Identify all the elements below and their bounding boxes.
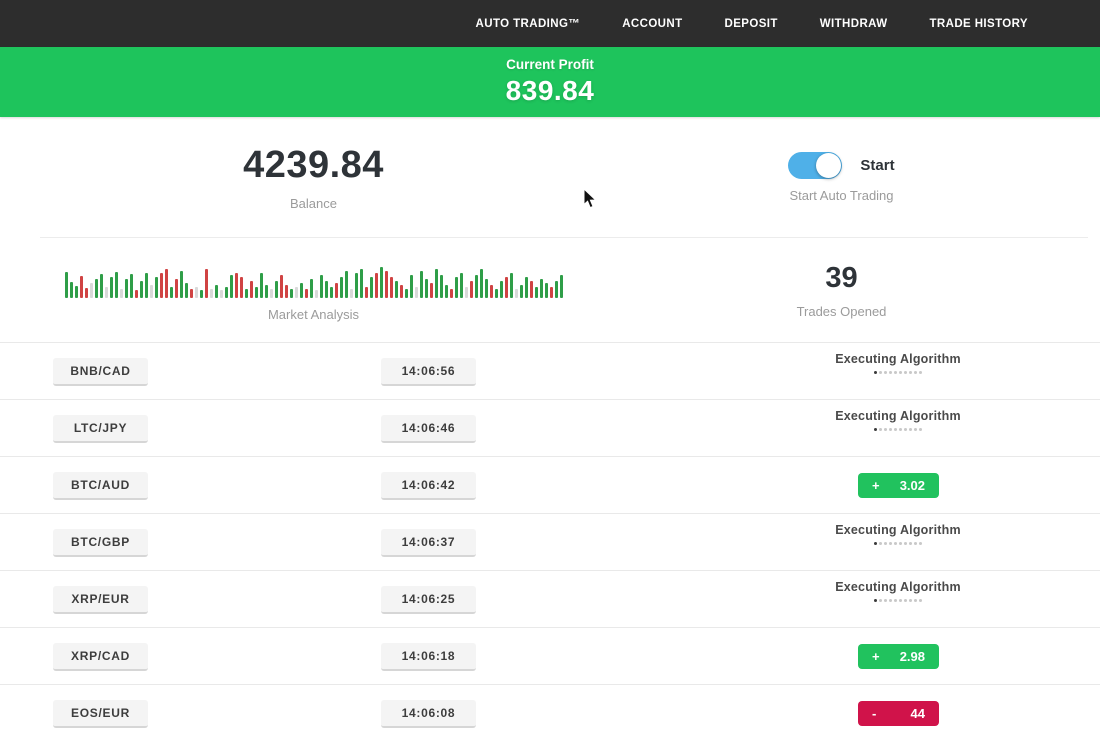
pair-chip: XRP/EUR (53, 586, 148, 614)
toggle-label: Start (860, 157, 894, 174)
executing-label: Executing Algorithm (817, 352, 979, 366)
mouse-cursor-icon (583, 188, 598, 210)
nav-auto-trading[interactable]: AUTO TRADING™ (476, 18, 581, 30)
pair-chip: BTC/AUD (53, 472, 148, 500)
market-analysis-label: Market Analysis (268, 307, 359, 322)
profit-badge: + 3.02 (858, 473, 939, 498)
pair-chip: XRP/CAD (53, 643, 148, 671)
nav-trade-history[interactable]: TRADE HISTORY (930, 18, 1029, 30)
time-chip: 14:06:25 (381, 586, 476, 614)
progress-dots (817, 371, 979, 374)
trade-row: LTC/JPY 14:06:46 Executing Algorithm (0, 399, 1100, 456)
loss-badge: - 44 (858, 701, 939, 726)
pair-chip: BTC/GBP (53, 529, 148, 557)
time-chip: 14:06:56 (381, 358, 476, 386)
pair-chip: EOS/EUR (53, 700, 148, 728)
balance-label: Balance (290, 196, 337, 211)
progress-dots (817, 428, 979, 431)
trade-row: BNB/CAD 14:06:56 Executing Algorithm (0, 342, 1100, 399)
trade-row: BTC/GBP 14:06:37 Executing Algorithm (0, 513, 1100, 570)
time-chip: 14:06:46 (381, 415, 476, 443)
executing-label: Executing Algorithm (817, 523, 979, 537)
balance-value: 4239.84 (243, 144, 384, 187)
nav-withdraw[interactable]: WITHDRAW (820, 18, 888, 30)
trade-row: EOS/EUR 14:06:08 - 44 (0, 684, 1100, 741)
balance-block: 4239.84 Balance (0, 117, 627, 237)
stats-row-1: 4239.84 Balance Start Start Auto Trading (0, 117, 1100, 237)
toggle-knob (816, 153, 841, 178)
profit-badge: + 2.98 (858, 644, 939, 669)
trades-opened-block: 39 Trades Opened (627, 238, 1056, 342)
time-chip: 14:06:08 (381, 700, 476, 728)
auto-trading-caption: Start Auto Trading (789, 188, 893, 203)
status-executing: Executing Algorithm (817, 409, 979, 431)
trade-row: XRP/CAD 14:06:18 + 2.98 (0, 627, 1100, 684)
pair-chip: BNB/CAD (53, 358, 148, 386)
result-value: 2.98 (900, 649, 925, 664)
progress-dots (817, 599, 979, 602)
time-chip: 14:06:42 (381, 472, 476, 500)
market-analysis-block: Market Analysis (0, 238, 627, 342)
status-executing: Executing Algorithm (817, 523, 979, 545)
trade-row: XRP/EUR 14:06:25 Executing Algorithm (0, 570, 1100, 627)
time-chip: 14:06:37 (381, 529, 476, 557)
auto-trading-toggle[interactable] (788, 152, 842, 179)
market-analysis-chart (65, 258, 563, 298)
current-profit-banner: Current Profit 839.84 (0, 47, 1100, 117)
nav-account[interactable]: ACCOUNT (622, 18, 682, 30)
current-profit-value: 839.84 (0, 75, 1100, 107)
result-sign: - (872, 706, 876, 721)
nav-deposit[interactable]: DEPOSIT (725, 18, 778, 30)
trades-opened-value: 39 (825, 262, 857, 295)
trade-list: BNB/CAD 14:06:56 Executing Algorithm LTC… (0, 342, 1100, 741)
result-value: 44 (911, 706, 925, 721)
top-nav: AUTO TRADING™ ACCOUNT DEPOSIT WITHDRAW T… (0, 0, 1100, 47)
progress-dots (817, 542, 979, 545)
current-profit-label: Current Profit (0, 57, 1100, 72)
status-executing: Executing Algorithm (817, 580, 979, 602)
result-value: 3.02 (900, 478, 925, 493)
time-chip: 14:06:18 (381, 643, 476, 671)
pair-chip: LTC/JPY (53, 415, 148, 443)
result-sign: + (872, 478, 880, 493)
auto-trading-block: Start Start Auto Trading (627, 117, 1056, 237)
result-sign: + (872, 649, 880, 664)
trade-row: BTC/AUD 14:06:42 + 3.02 (0, 456, 1100, 513)
status-executing: Executing Algorithm (817, 352, 979, 374)
executing-label: Executing Algorithm (817, 409, 979, 423)
stats-row-2: Market Analysis 39 Trades Opened (0, 238, 1100, 342)
executing-label: Executing Algorithm (817, 580, 979, 594)
trades-opened-label: Trades Opened (797, 304, 887, 319)
